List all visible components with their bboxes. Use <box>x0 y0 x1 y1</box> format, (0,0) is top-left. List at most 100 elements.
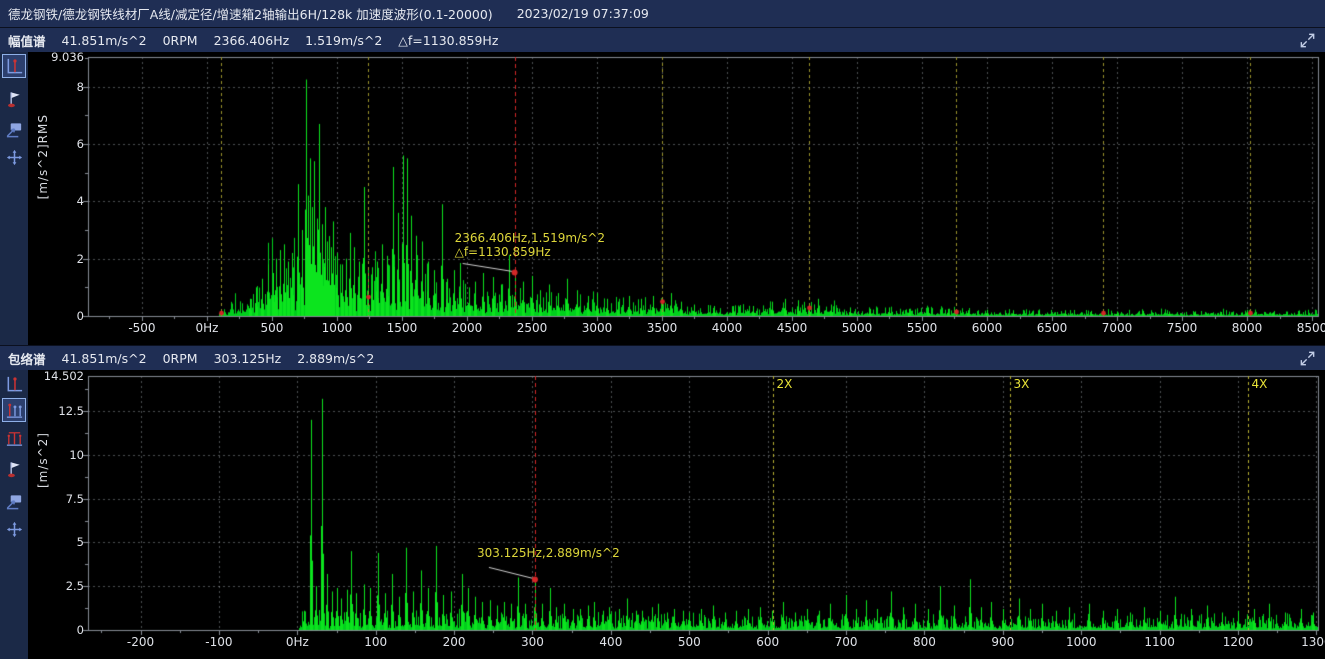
envelope-tool-sidebar <box>0 370 28 659</box>
x-tick-label: 2500 <box>502 321 562 335</box>
pan-tool-button[interactable] <box>3 518 25 540</box>
cursor-annotation-line2: △f=1130.859Hz <box>455 245 605 259</box>
y-tick-label: 0 <box>30 623 84 637</box>
cursor-annotation: 303.125Hz,2.889m/s^2 <box>477 546 620 560</box>
y-tick-label: 12.5 <box>30 404 84 418</box>
x-tick-label: 8000 <box>1217 321 1277 335</box>
y-tick-label: 5 <box>30 535 84 549</box>
x-tick-label: 500 <box>659 635 719 649</box>
harmonic-order-label: 3X <box>1014 377 1030 391</box>
auto-scale-tool-button[interactable] <box>3 118 25 140</box>
cursor-frequency-value: 2366.406Hz <box>214 33 290 48</box>
pan-tool-button[interactable] <box>3 146 25 168</box>
x-tick-label: 4000 <box>697 321 757 335</box>
y-axis-max-label: 9.036 <box>30 50 84 64</box>
x-tick-label: 300 <box>502 635 562 649</box>
flag-icon <box>5 460 24 479</box>
x-tick-label: 5500 <box>892 321 952 335</box>
spectrum-type-label: 包络谱 <box>8 349 46 368</box>
envelope-spectrum-header: 包络谱 41.851m/s^2 0RPM 303.125Hz 2.889m/s^… <box>0 345 1325 370</box>
x-tick-label: 1500 <box>372 321 432 335</box>
amplitude-spectrum-header: 幅值谱 41.851m/s^2 0RPM 2366.406Hz 1.519m/s… <box>0 27 1325 52</box>
overall-rms-value: 41.851m/s^2 <box>62 33 147 48</box>
x-tick-label: 7500 <box>1152 321 1212 335</box>
delta-frequency-value: △f=1130.859Hz <box>398 33 498 48</box>
envelope-spectrum-canvas[interactable] <box>0 370 1325 659</box>
amplitude-tool-sidebar <box>0 52 28 345</box>
amplitude-spectrum-canvas[interactable] <box>0 52 1325 345</box>
x-tick-label: 200 <box>424 635 484 649</box>
amplitude-spectrum-panel: 9.036 [m/s^2]RMS 2366.406Hz,1.519m/s^2 △… <box>0 52 1325 345</box>
cursor-frequency-value: 303.125Hz <box>214 351 282 366</box>
measurement-point-path: 德龙钢铁/德龙钢铁线材厂A线/减定径/增速箱2轴输出6H/128k 加速度波形(… <box>8 4 493 23</box>
x-tick-label: 3500 <box>632 321 692 335</box>
x-tick-label: 100 <box>346 635 406 649</box>
flag-tool-button[interactable] <box>3 458 25 480</box>
x-tick-label: 700 <box>816 635 876 649</box>
spectrum-type-label: 幅值谱 <box>8 31 46 50</box>
x-tick-label: 8500 <box>1282 321 1325 335</box>
x-tick-label: 1200 <box>1208 635 1268 649</box>
auto-scale-tool-button[interactable] <box>3 490 25 512</box>
x-tick-label: 0Hz <box>177 321 237 335</box>
x-tick-label: 7000 <box>1087 321 1147 335</box>
x-tick-label: -500 <box>112 321 172 335</box>
y-tick-label: 4 <box>30 194 84 208</box>
y-tick-label: 6 <box>30 137 84 151</box>
sideband-cursor-tool-button[interactable] <box>3 427 25 449</box>
rpm-value: 0RPM <box>163 351 198 366</box>
single-cursor-icon <box>5 375 24 394</box>
x-tick-label: 0Hz <box>267 635 327 649</box>
y-tick-label: 10 <box>30 448 84 462</box>
auto-scale-icon <box>5 492 24 511</box>
y-tick-label: 0 <box>30 309 84 323</box>
single-cursor-tool-button[interactable] <box>3 55 25 77</box>
rpm-value: 0RPM <box>163 33 198 48</box>
y-axis-max-label: 14.502 <box>30 369 84 383</box>
fullscreen-icon[interactable] <box>1299 350 1316 367</box>
x-tick-label: -100 <box>189 635 249 649</box>
x-tick-label: 5000 <box>827 321 887 335</box>
y-axis-title: [m/s^2]RMS <box>36 114 50 199</box>
x-tick-label: 600 <box>738 635 798 649</box>
y-tick-label: 2.5 <box>30 579 84 593</box>
overall-rms-value: 41.851m/s^2 <box>62 351 147 366</box>
cursor-annotation: 2366.406Hz,1.519m/s^2 △f=1130.859Hz <box>455 231 605 259</box>
harmonic-cursor-icon <box>5 401 24 420</box>
measurement-datetime: 2023/02/19 07:37:09 <box>517 6 649 21</box>
x-tick-label: 500 <box>242 321 302 335</box>
x-tick-label: 1300 <box>1286 635 1325 649</box>
envelope-spectrum-panel: 14.502 [m/s^2] 303.125Hz,2.889m/s^2 2X3X… <box>0 370 1325 659</box>
move-icon <box>5 148 24 167</box>
x-tick-label: 4500 <box>762 321 822 335</box>
flag-icon <box>5 90 24 109</box>
x-tick-label: 2000 <box>437 321 497 335</box>
x-tick-label: 1100 <box>1130 635 1190 649</box>
single-cursor-icon <box>5 57 24 76</box>
x-tick-label: 6500 <box>1022 321 1082 335</box>
cursor-amplitude-value: 2.889m/s^2 <box>297 351 374 366</box>
cursor-amplitude-value: 1.519m/s^2 <box>305 33 382 48</box>
x-tick-label: 1000 <box>307 321 367 335</box>
single-cursor-tool-button[interactable] <box>3 373 25 395</box>
fullscreen-icon[interactable] <box>1299 32 1316 49</box>
sideband-cursor-icon <box>5 429 24 448</box>
harmonic-cursor-tool-button[interactable] <box>3 399 25 421</box>
move-icon <box>5 520 24 539</box>
x-tick-label: 1000 <box>1051 635 1111 649</box>
x-tick-label: 3000 <box>567 321 627 335</box>
title-bar: 德龙钢铁/德龙钢铁线材厂A线/减定径/增速箱2轴输出6H/128k 加速度波形(… <box>0 0 1325 27</box>
x-tick-label: 800 <box>894 635 954 649</box>
x-tick-label: 900 <box>973 635 1033 649</box>
flag-tool-button[interactable] <box>3 88 25 110</box>
x-tick-label: -200 <box>111 635 171 649</box>
x-tick-label: 6000 <box>957 321 1017 335</box>
y-tick-label: 7.5 <box>30 492 84 506</box>
auto-scale-icon <box>5 120 24 139</box>
y-tick-label: 8 <box>30 80 84 94</box>
harmonic-order-label: 4X <box>1252 377 1268 391</box>
x-tick-label: 400 <box>581 635 641 649</box>
cursor-annotation-line1: 2366.406Hz,1.519m/s^2 <box>455 231 605 245</box>
cursor-annotation-line1: 303.125Hz,2.889m/s^2 <box>477 546 620 560</box>
harmonic-order-label: 2X <box>777 377 793 391</box>
